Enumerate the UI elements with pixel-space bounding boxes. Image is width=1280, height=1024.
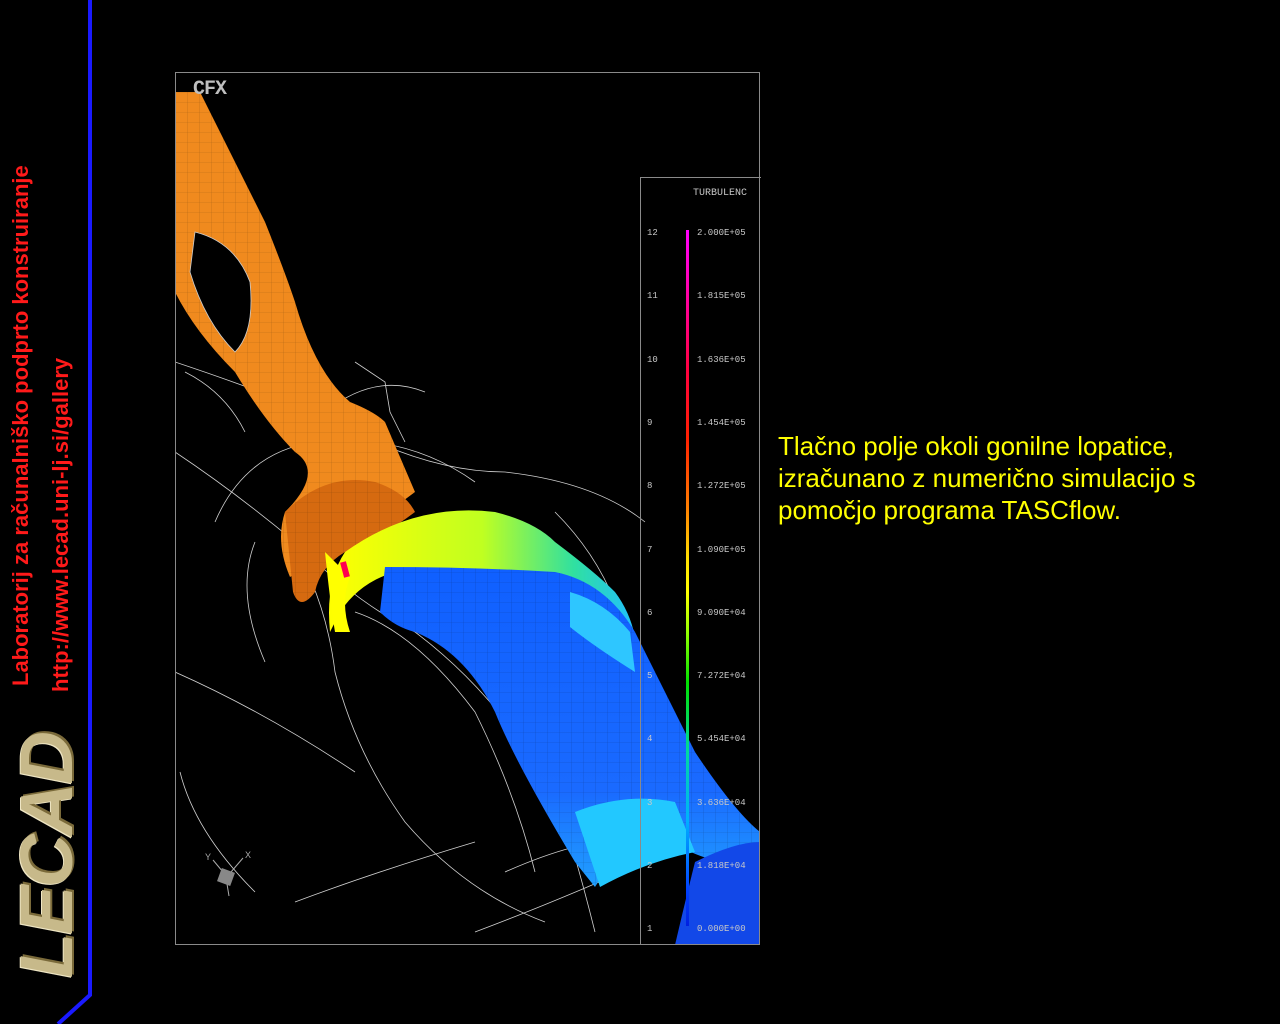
- legend-color-bar: [686, 230, 689, 926]
- legend-level-value: 0.000E+00: [697, 924, 746, 935]
- legend-row: 2 1.818E+04: [641, 861, 761, 873]
- description-caption: Tlačno polje okoli gonilne lopatice, izr…: [778, 430, 1278, 526]
- lab-title: Laboratorij za računalniško podprto kons…: [8, 165, 33, 686]
- legend-row: 1 0.000E+00: [641, 924, 761, 936]
- cfx-label: CFX: [193, 78, 227, 101]
- legend-level-number: 5: [647, 671, 653, 682]
- legend-level-value: 1.818E+04: [697, 861, 746, 871]
- legend-level-value: 1.272E+05: [697, 481, 746, 492]
- legend-level-value: 5.454E+04: [697, 734, 746, 745]
- legend-level-number: 8: [647, 481, 653, 492]
- legend-level-value: 3.636E+04: [697, 797, 746, 808]
- legend-level-value: 1.090E+05: [697, 544, 746, 555]
- legend-title: TURBULENC: [693, 188, 748, 199]
- legend-level-value: 2.000E+05: [697, 228, 746, 238]
- legend-level-value: 1.454E+05: [697, 417, 746, 428]
- legend-level-number: 11: [647, 291, 658, 302]
- legend-row: 12 2.000E+05: [641, 228, 761, 240]
- legend-level-number: 10: [647, 354, 658, 365]
- axis-triad-icon: YX: [203, 850, 253, 903]
- caption-line-2: izračunano z numerično simulacijo s: [778, 463, 1196, 493]
- legend-row: 11 1.815E+05: [641, 291, 761, 303]
- gallery-link[interactable]: http://www.lecad.uni-lj.si/gallery: [48, 358, 74, 692]
- legend-level-value: 1.815E+05: [697, 291, 746, 302]
- legend-level-number: 3: [647, 797, 653, 808]
- color-legend: TURBULENC 12 2.000E+05 11 1.815E+05 10 1.636E…: [640, 177, 761, 945]
- legend-row: 8 1.272E+05: [641, 481, 761, 493]
- legend-row: 3 3.636E+04: [641, 798, 761, 810]
- legend-level-number: 9: [647, 417, 653, 428]
- legend-level-number: 1: [647, 924, 653, 935]
- legend-level-value: 1.636E+05: [697, 354, 746, 365]
- legend-row: 5 7.272E+04: [641, 671, 761, 683]
- legend-level-number: 12: [647, 228, 658, 238]
- caption-line-1: Tlačno polje okoli gonilne lopatice,: [778, 431, 1175, 461]
- svg-text:Y: Y: [205, 852, 211, 862]
- legend-level-number: 7: [647, 544, 653, 555]
- legend-level-value: 9.090E+04: [697, 607, 746, 618]
- legend-row: 6 9.090E+04: [641, 608, 761, 620]
- legend-row: 4 5.454E+04: [641, 734, 761, 746]
- legend-row: 10 1.636E+05: [641, 355, 761, 367]
- lecad-logo: LECAD: [5, 733, 88, 978]
- simulation-view: CFX YX TURBULENC 12 2.000E+05 11 1.815E+05 1…: [175, 72, 761, 945]
- legend-level-value: 7.272E+04: [697, 671, 746, 682]
- legend-row: 9 1.454E+05: [641, 418, 761, 430]
- svg-text:X: X: [245, 850, 251, 860]
- legend-level-number: 4: [647, 734, 653, 745]
- legend-level-number: 2: [647, 861, 653, 871]
- legend-level-number: 6: [647, 607, 653, 618]
- caption-line-3: pomočjo programa TASCflow.: [778, 495, 1121, 525]
- legend-row: 7 1.090E+05: [641, 545, 761, 557]
